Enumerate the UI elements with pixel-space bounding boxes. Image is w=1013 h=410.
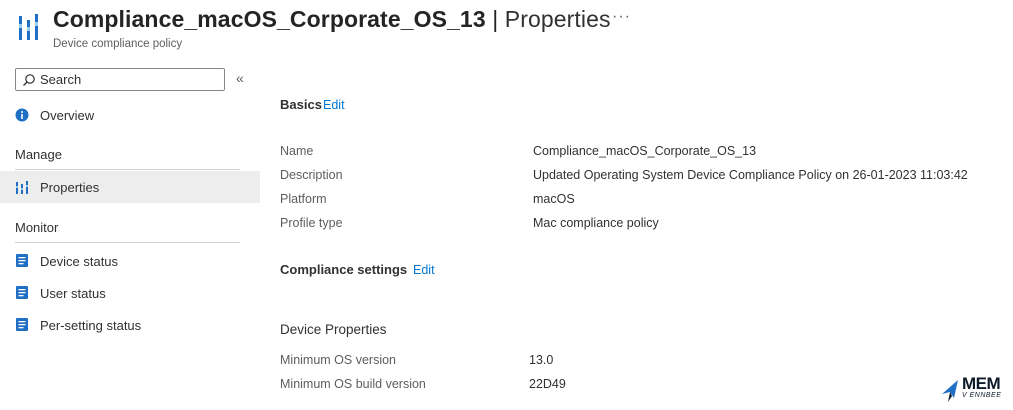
setting-label: Minimum OS version (280, 353, 396, 367)
search-box[interactable] (15, 68, 225, 91)
sidebar-section-manage: Manage (15, 147, 62, 162)
basics-edit-link[interactable]: Edit (323, 98, 345, 112)
watermark-text: MEM (962, 374, 1001, 393)
sidebar-divider (15, 169, 240, 170)
property-label: Platform (280, 192, 327, 206)
property-label: Name (280, 144, 314, 158)
device-properties-title: Device Properties (280, 322, 387, 337)
property-value: Compliance_macOS_Corporate_OS_13 (533, 144, 757, 158)
info-icon (15, 108, 29, 122)
compliance-settings-edit-link[interactable]: Edit (413, 263, 435, 277)
search-input[interactable] (40, 72, 210, 87)
page-subtitle: Device compliance policy (53, 38, 183, 50)
basics-section-title: Basics (280, 97, 322, 112)
property-value: Mac compliance policy (533, 216, 659, 230)
sidebar-item-label: Properties (40, 179, 100, 195)
property-value: Updated Operating System Device Complian… (533, 168, 968, 182)
page-title: Compliance_macOS_Corporate_OS_13 | Prope… (53, 6, 611, 33)
sidebar-item-label: Per-setting status (40, 317, 142, 333)
sidebar-item-overview[interactable]: Overview (0, 99, 260, 131)
page-title-separator: | (492, 6, 499, 32)
policy-bars-icon (16, 181, 28, 194)
sidebar-item-device-status[interactable]: Device status (0, 245, 260, 277)
sidebar-item-properties[interactable]: Properties (0, 171, 260, 203)
report-icon (16, 318, 28, 331)
sidebar-section-monitor: Monitor (15, 220, 59, 235)
sidebar-item-per-setting-status[interactable]: Per-setting status (0, 309, 260, 341)
setting-value: 22D49 (529, 377, 566, 391)
collapse-sidebar-button[interactable]: « (236, 70, 244, 86)
sidebar-divider (15, 242, 240, 243)
page-header: Compliance_macOS_Corporate_OS_13 | Prope… (0, 0, 1013, 60)
setting-value: 13.0 (529, 353, 554, 367)
property-label: Profile type (280, 216, 343, 230)
setting-label: Minimum OS build version (280, 377, 426, 391)
page-title-section: Properties (504, 6, 611, 32)
compliance-settings-title: Compliance settings (280, 262, 408, 277)
search-icon (23, 73, 35, 86)
sidebar-item-label: User status (40, 285, 106, 301)
watermark-subtext: V ENNBEE (962, 392, 1002, 399)
more-options-button[interactable]: ··· (612, 8, 631, 26)
page-title-name: Compliance_macOS_Corporate_OS_13 (53, 6, 486, 32)
property-value: macOS (533, 192, 575, 206)
property-label: Description (280, 168, 343, 182)
sidebar-item-label: Device status (40, 253, 119, 269)
sidebar-item-user-status[interactable]: User status (0, 277, 260, 309)
sidebar-item-label: Overview (40, 107, 95, 123)
report-icon (16, 286, 28, 299)
policy-bars-icon (19, 14, 38, 40)
report-icon (16, 254, 28, 267)
